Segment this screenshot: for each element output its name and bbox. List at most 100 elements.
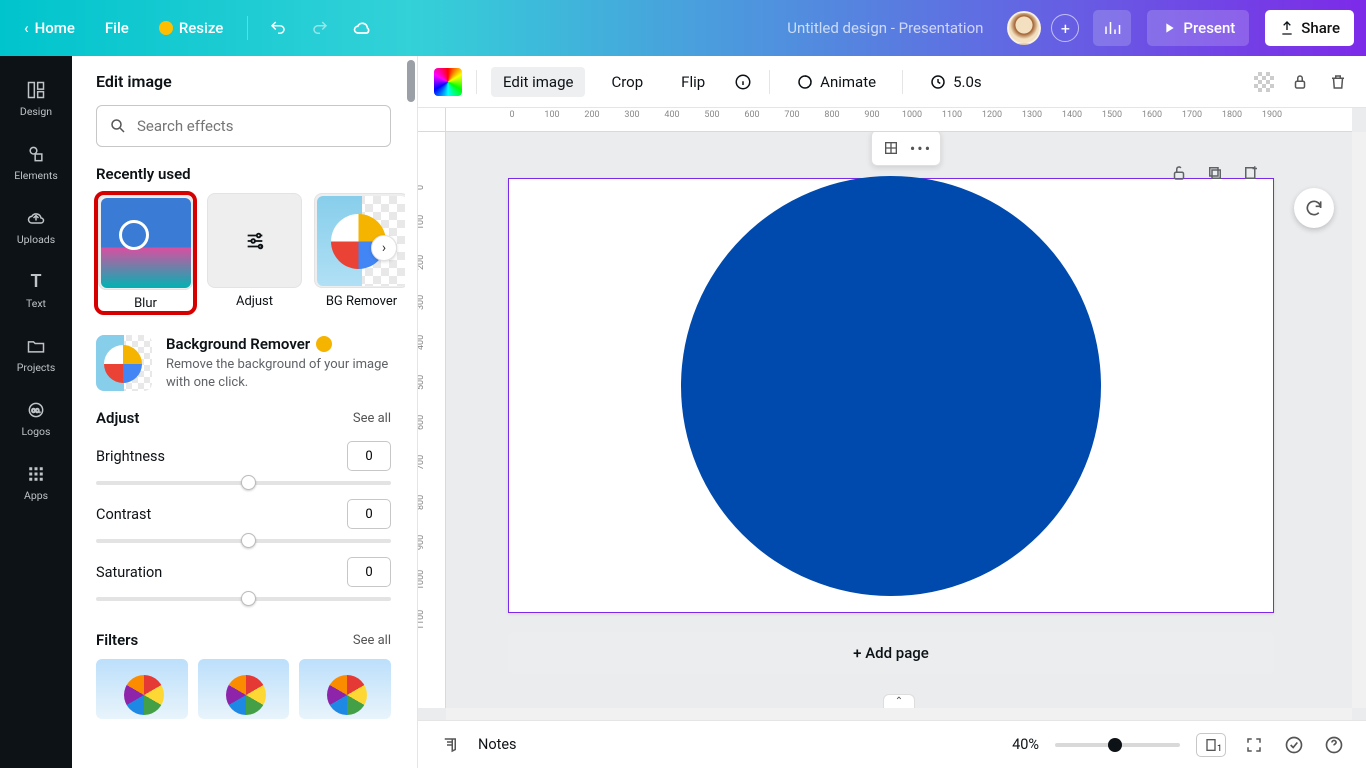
search-field[interactable] bbox=[137, 117, 378, 135]
ruler-tick: 200 bbox=[584, 110, 599, 120]
scrollbar-thumb[interactable] bbox=[407, 60, 415, 102]
slider-knob[interactable] bbox=[241, 533, 256, 548]
element-grid-button[interactable] bbox=[878, 135, 904, 161]
brightness-slider[interactable] bbox=[96, 481, 391, 485]
timeline-handle[interactable]: ⌃ bbox=[883, 694, 915, 708]
color-picker[interactable] bbox=[434, 68, 462, 96]
lock-button[interactable] bbox=[1288, 70, 1312, 94]
filter-thumb[interactable] bbox=[299, 659, 391, 719]
rail-elements[interactable]: Elements bbox=[0, 130, 72, 194]
rail-apps[interactable]: Apps bbox=[0, 450, 72, 514]
filter-thumb[interactable] bbox=[198, 659, 290, 719]
contrast-slider[interactable] bbox=[96, 539, 391, 543]
ruler-tick: 900 bbox=[418, 535, 426, 550]
saturation-value[interactable]: 0 bbox=[347, 557, 391, 587]
brightness-value[interactable]: 0 bbox=[347, 441, 391, 471]
element-more-button[interactable]: ••• bbox=[908, 135, 934, 161]
ruler-tick: 0 bbox=[418, 185, 426, 190]
add-member-button[interactable]: + bbox=[1051, 14, 1079, 42]
crop-button[interactable]: Crop bbox=[599, 67, 655, 97]
rail-text[interactable]: T Text bbox=[0, 258, 72, 322]
file-label: File bbox=[105, 19, 129, 37]
rail-projects[interactable]: Projects bbox=[0, 322, 72, 386]
user-avatar[interactable] bbox=[1007, 11, 1041, 45]
rail-logos[interactable]: CO. Logos bbox=[0, 386, 72, 450]
saturation-slider[interactable] bbox=[96, 597, 391, 601]
contrast-value[interactable]: 0 bbox=[347, 499, 391, 529]
page-unlock-button[interactable] bbox=[1168, 162, 1190, 184]
redo-button[interactable] bbox=[302, 10, 338, 46]
refresh-button[interactable] bbox=[1294, 188, 1334, 228]
add-page-icon bbox=[1242, 164, 1260, 182]
effect-blur[interactable]: Blur bbox=[96, 193, 195, 313]
help-button[interactable] bbox=[1322, 733, 1346, 757]
notes-label[interactable]: Notes bbox=[478, 736, 517, 753]
rail-label: Elements bbox=[14, 169, 58, 182]
saturation-label: Saturation bbox=[96, 564, 162, 581]
bg-remover-thumb bbox=[96, 335, 152, 391]
adjust-see-all[interactable]: See all bbox=[353, 411, 391, 426]
rail-design[interactable]: Design bbox=[0, 66, 72, 130]
slider-knob[interactable] bbox=[241, 591, 256, 606]
viewport-scrollbar-vertical[interactable] bbox=[1352, 132, 1366, 708]
filter-thumb[interactable] bbox=[96, 659, 188, 719]
canvas-viewport[interactable]: ••• + Add page ⌃ bbox=[446, 132, 1352, 708]
present-button[interactable]: Present bbox=[1147, 10, 1249, 46]
ruler-tick: 500 bbox=[418, 375, 426, 390]
resize-button[interactable]: Resize bbox=[147, 13, 235, 43]
filters-row bbox=[96, 659, 391, 719]
next-effects-button[interactable]: › bbox=[371, 235, 397, 261]
bg-remover-promo[interactable]: Background Remover Remove the background… bbox=[96, 335, 391, 391]
filters-see-all[interactable]: See all bbox=[353, 633, 391, 648]
cloud-icon bbox=[352, 18, 372, 38]
apps-icon bbox=[25, 463, 47, 485]
animate-button[interactable]: Animate bbox=[784, 67, 888, 97]
chart-icon bbox=[1103, 19, 1121, 37]
duplicate-icon bbox=[1206, 164, 1224, 182]
cloud-status[interactable] bbox=[344, 10, 380, 46]
info-button[interactable] bbox=[731, 70, 755, 94]
chevron-up-icon: ⌃ bbox=[895, 696, 903, 707]
viewport-scrollbar-horizontal[interactable] bbox=[446, 708, 1352, 720]
info-icon bbox=[734, 73, 752, 91]
section-recently-used: Recently used bbox=[96, 165, 391, 183]
transparency-button[interactable] bbox=[1254, 72, 1274, 92]
chevron-left-icon: ‹ bbox=[24, 19, 29, 37]
slider-knob[interactable] bbox=[241, 475, 256, 490]
effect-label: Adjust bbox=[236, 294, 273, 309]
circle-shape[interactable] bbox=[681, 176, 1101, 596]
search-effects-input[interactable] bbox=[96, 105, 391, 147]
effect-adjust[interactable]: Adjust bbox=[207, 193, 302, 313]
zoom-value[interactable]: 40% bbox=[1012, 736, 1039, 753]
share-button[interactable]: Share bbox=[1265, 10, 1354, 46]
design-title-input[interactable] bbox=[386, 19, 993, 37]
duration-button[interactable]: 5.0s bbox=[917, 67, 994, 97]
fullscreen-button[interactable] bbox=[1242, 733, 1266, 757]
page-add-button[interactable] bbox=[1240, 162, 1262, 184]
effect-label: BG Remover bbox=[326, 294, 397, 309]
rail-label: Logos bbox=[22, 425, 51, 438]
flip-button[interactable]: Flip bbox=[669, 67, 717, 97]
element-toolbar: ••• bbox=[871, 132, 941, 166]
page-indicator[interactable]: 1 bbox=[1196, 733, 1226, 757]
edit-image-button[interactable]: Edit image bbox=[491, 67, 585, 97]
page-duplicate-button[interactable] bbox=[1204, 162, 1226, 184]
add-page-button[interactable]: + Add page bbox=[508, 632, 1274, 674]
delete-button[interactable] bbox=[1326, 70, 1350, 94]
canvas-area: Edit image Crop Flip Animate 5.0s 010020… bbox=[418, 56, 1366, 768]
insights-button[interactable] bbox=[1093, 10, 1131, 46]
zoom-slider[interactable] bbox=[1055, 743, 1180, 747]
checklist-button[interactable] bbox=[1282, 733, 1306, 757]
zoom-knob[interactable] bbox=[1108, 738, 1122, 752]
undo-button[interactable] bbox=[260, 10, 296, 46]
sliders-icon bbox=[244, 230, 266, 252]
file-menu[interactable]: File bbox=[93, 13, 141, 43]
home-button[interactable]: ‹ Home bbox=[12, 13, 87, 43]
flip-label: Flip bbox=[681, 73, 705, 91]
canvas-page[interactable] bbox=[508, 178, 1274, 613]
panel-scrollbar[interactable] bbox=[405, 56, 417, 768]
rail-uploads[interactable]: Uploads bbox=[0, 194, 72, 258]
ruler-tick: 1000 bbox=[902, 110, 922, 120]
add-page-label: + Add page bbox=[853, 644, 929, 662]
notes-button[interactable] bbox=[438, 733, 462, 757]
